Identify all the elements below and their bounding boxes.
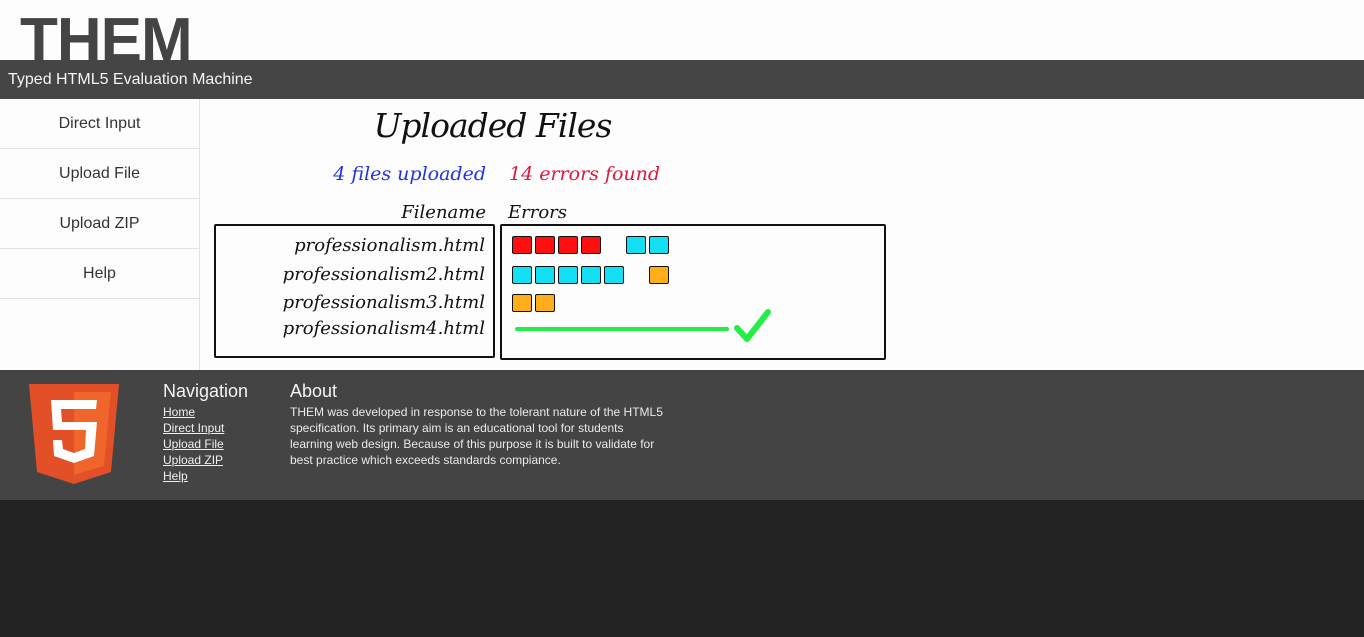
errors-column-header: Errors (508, 202, 568, 223)
footer-link-home[interactable]: Home (163, 404, 248, 420)
sidebar-item-direct-input[interactable]: Direct Input (0, 99, 199, 149)
error-marker-red[interactable] (581, 236, 601, 254)
page-title: Uploaded Files (373, 106, 613, 145)
about-line-4: best practice which exceeds standards co… (290, 453, 561, 467)
files-list: professionalism.html professionalism2.ht… (214, 224, 495, 358)
error-marker-cyan[interactable] (512, 266, 532, 284)
footer-link-upload-zip[interactable]: Upload ZIP (163, 452, 248, 468)
sidebar-item-upload-file[interactable]: Upload File (0, 149, 199, 199)
footer-about: About THEM was developed in response to … (290, 381, 700, 468)
errors-count: 14 errors found (509, 163, 661, 185)
error-marker-orange[interactable] (649, 266, 669, 284)
file-name-3[interactable]: professionalism3.html (283, 292, 485, 314)
subtitle-bar: Typed HTML5 Evaluation Machine (0, 60, 1364, 99)
footer-navigation: Navigation Home Direct Input Upload File… (163, 381, 248, 484)
error-marker-cyan[interactable] (604, 266, 624, 284)
error-marker-cyan[interactable] (535, 266, 555, 284)
sidebar: Direct Input Upload File Upload ZIP Help (0, 99, 200, 370)
error-marker-cyan[interactable] (649, 236, 669, 254)
file-name-2[interactable]: professionalism2.html (283, 264, 485, 286)
file-name-1[interactable]: professionalism.html (294, 235, 485, 257)
error-marker-cyan[interactable] (558, 266, 578, 284)
pass-line (515, 327, 729, 331)
errors-panel (500, 224, 886, 360)
footer-link-direct-input[interactable]: Direct Input (163, 420, 248, 436)
sidebar-item-upload-zip[interactable]: Upload ZIP (0, 199, 199, 249)
filename-column-header: Filename (401, 202, 486, 223)
checkmark-icon (734, 309, 771, 342)
about-line-2: specification. Its primary aim is an edu… (290, 421, 624, 435)
error-marker-red[interactable] (535, 236, 555, 254)
error-marker-orange[interactable] (512, 294, 532, 312)
file-name-4[interactable]: professionalism4.html (283, 318, 485, 340)
site-logo[interactable]: THEM (20, 5, 192, 60)
files-count: 4 files uploaded (333, 163, 486, 185)
footer-link-upload-file[interactable]: Upload File (163, 436, 248, 452)
sidebar-item-help[interactable]: Help (0, 249, 199, 299)
navigation-heading: Navigation (163, 381, 249, 401)
error-marker-cyan[interactable] (581, 266, 601, 284)
site-subtitle: Typed HTML5 Evaluation Machine (8, 71, 253, 88)
about-line-1: THEM was developed in response to the to… (290, 405, 663, 419)
about-line-3: learning web design. Because of this pur… (290, 437, 655, 451)
html5-logo-icon (29, 384, 119, 484)
footer: Navigation Home Direct Input Upload File… (0, 370, 1364, 500)
error-marker-red[interactable] (512, 236, 532, 254)
error-marker-orange[interactable] (535, 294, 555, 312)
error-marker-cyan[interactable] (626, 236, 646, 254)
footer-link-help[interactable]: Help (163, 468, 248, 484)
error-marker-red[interactable] (558, 236, 578, 254)
about-heading: About (290, 381, 338, 401)
